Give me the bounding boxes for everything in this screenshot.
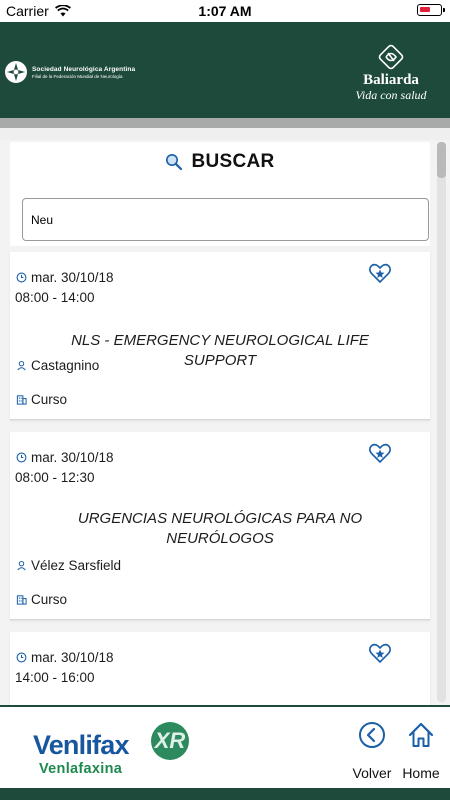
brand-generic-name: Venlafaxina xyxy=(39,761,123,777)
event-type-row: Curso xyxy=(16,592,67,607)
person-icon xyxy=(17,560,26,571)
home-button[interactable]: Home xyxy=(398,719,444,781)
event-date: mar. 30/10/18 xyxy=(31,270,114,285)
event-type: Curso xyxy=(31,392,68,407)
favorite-star-icon[interactable] xyxy=(368,642,392,664)
event-time: 08:00 - 12:30 xyxy=(15,470,95,485)
sponsor-emblem-icon xyxy=(378,44,404,70)
event-card[interactable]: mar. 30/10/18 08:00 - 12:30 URGENCIAS NE… xyxy=(10,432,430,620)
app-footer: Venlifax XR Venlafaxina Volver Home xyxy=(0,705,450,788)
home-label: Home xyxy=(402,765,440,781)
search-title-group: BUSCAR xyxy=(165,151,274,173)
society-emblem-icon xyxy=(5,61,27,83)
back-button[interactable]: Volver xyxy=(349,719,395,781)
sponsor-slogan: Vida con salud xyxy=(355,88,427,102)
scrollbar[interactable] xyxy=(437,142,446,702)
bottom-bar xyxy=(0,788,450,800)
battery-icon xyxy=(417,4,445,16)
event-date-row: mar. 30/10/18 xyxy=(16,450,114,465)
status-bar: Carrier 1:07 AM xyxy=(0,0,450,22)
building-icon xyxy=(16,595,27,605)
person-icon xyxy=(17,360,26,371)
clock-icon xyxy=(16,452,27,463)
clock-icon xyxy=(16,272,27,283)
event-date-row: mar. 30/10/18 xyxy=(16,650,114,665)
event-card[interactable]: mar. 30/10/18 14:00 - 16:00 xyxy=(10,632,430,705)
brand-name: Venlifax xyxy=(33,730,129,760)
status-right xyxy=(417,4,445,16)
event-speaker: Castagnino xyxy=(31,358,100,373)
event-speaker-row: Vélez Sarsfield xyxy=(16,558,121,573)
sponsor-logo: Baliarda Vida con salud xyxy=(352,44,430,104)
society-logo: Sociedad Neurológica Argentina Filial de… xyxy=(4,60,135,84)
scrollbar-thumb[interactable] xyxy=(437,142,446,178)
home-icon xyxy=(408,722,434,747)
society-subtitle: Filial de la Federación Mundial de Neuro… xyxy=(32,73,123,79)
event-type: Curso xyxy=(31,592,68,607)
society-text: Sociedad Neurológica Argentina Filial de… xyxy=(32,66,135,79)
search-header: BUSCAR xyxy=(10,142,430,178)
favorite-star-icon[interactable] xyxy=(368,442,392,464)
favorite-star-icon[interactable] xyxy=(368,262,392,284)
back-label: Volver xyxy=(352,765,392,781)
magnifier-icon xyxy=(166,154,183,171)
event-title: URGENCIAS NEUROLÓGICAS PARA NO NEURÓLOGO… xyxy=(77,510,363,547)
event-time: 14:00 - 16:00 xyxy=(15,670,95,685)
event-date: mar. 30/10/18 xyxy=(31,650,114,665)
event-time: 08:00 - 14:00 xyxy=(15,290,95,305)
search-title: BUSCAR xyxy=(191,151,275,172)
app-header: Sociedad Neurológica Argentina Filial de… xyxy=(0,22,450,118)
society-name: Sociedad Neurológica Argentina xyxy=(32,65,136,73)
header-stripe xyxy=(0,118,450,128)
event-speaker-row: Castagnino xyxy=(16,358,99,373)
search-input[interactable] xyxy=(22,198,429,241)
status-time: 1:07 AM xyxy=(198,3,252,19)
app-screen: Carrier 1:07 AM Sociedad Neurológica Arg… xyxy=(0,0,450,800)
event-type-row: Curso xyxy=(16,392,67,407)
header-gap xyxy=(0,128,450,140)
brand-badge: XR xyxy=(151,722,189,760)
back-arrow-icon xyxy=(359,722,385,748)
search-input-container xyxy=(10,178,430,246)
event-card[interactable]: mar. 30/10/18 08:00 - 14:00 NLS - EMERGE… xyxy=(10,252,430,420)
search-results-list[interactable]: BUSCAR mar. 30/10/18 08:00 - 14:00 NLS -… xyxy=(0,140,450,705)
event-speaker: Vélez Sarsfield xyxy=(31,558,122,573)
event-date: mar. 30/10/18 xyxy=(31,450,114,465)
building-icon xyxy=(16,395,27,405)
venlifax-logo: Venlifax XR Venlafaxina xyxy=(33,719,193,777)
event-date-row: mar. 30/10/18 xyxy=(16,270,114,285)
clock-icon xyxy=(16,652,27,663)
sponsor-name: Baliarda xyxy=(363,72,419,88)
